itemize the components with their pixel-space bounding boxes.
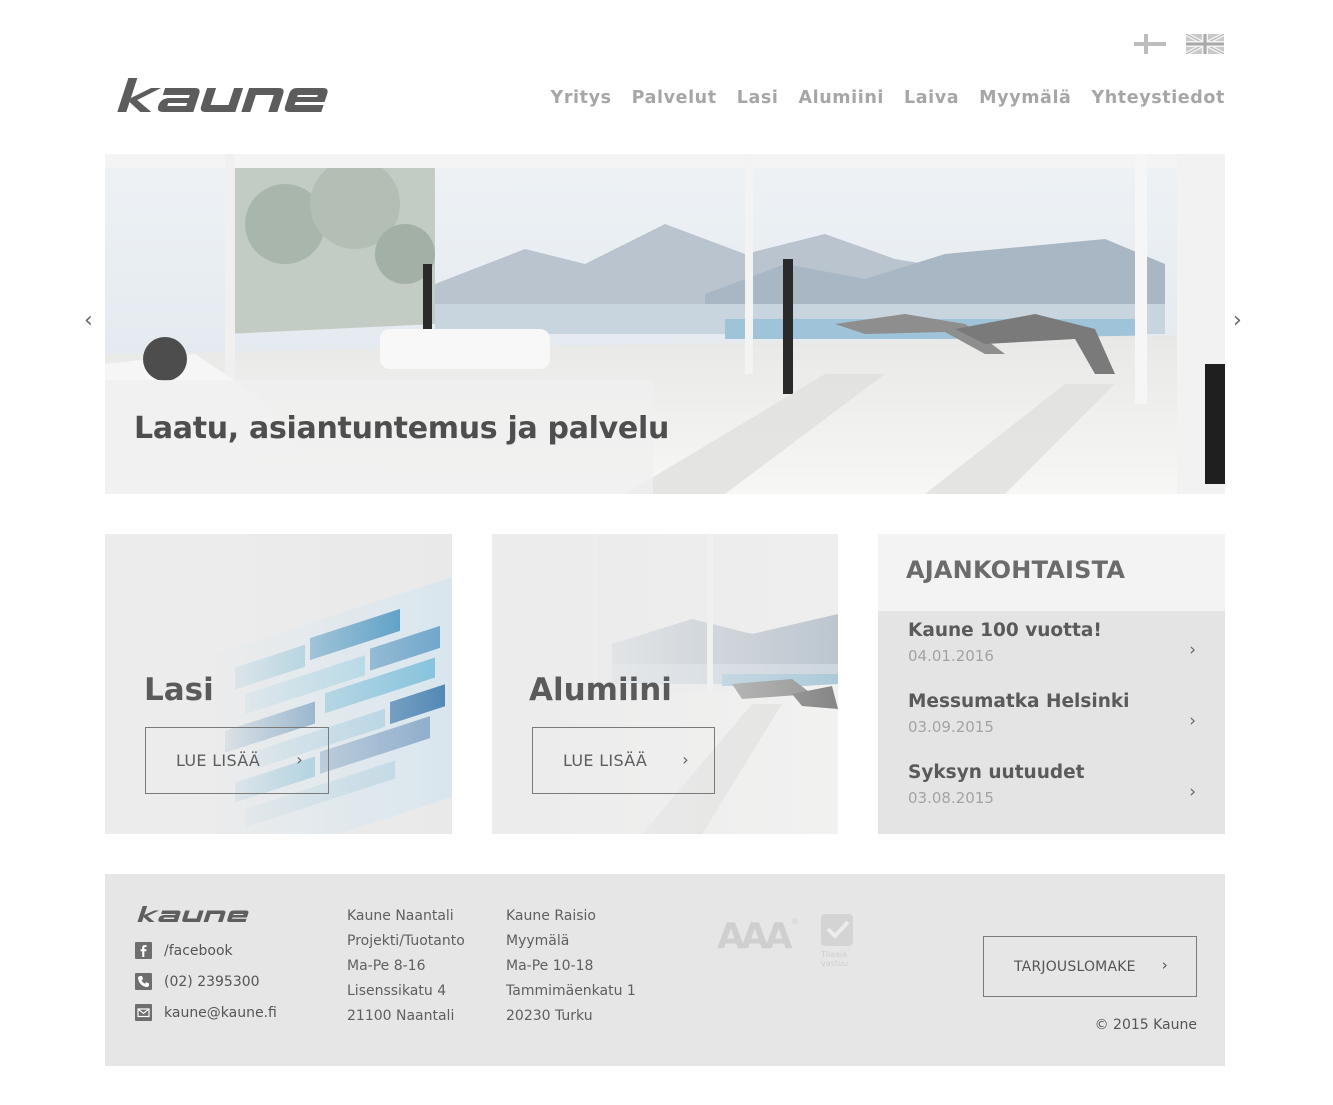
read-more-button[interactable]: LUE LISÄÄ › [532,727,715,794]
svg-text:®: ® [791,917,799,926]
address-line: Kaune Naantali [347,908,454,924]
language-switcher [1134,34,1224,54]
news-title: Messumatka Helsinki [908,691,1130,712]
nav-item-lasi[interactable]: Lasi [737,88,779,108]
slider-next-button[interactable]: › [1233,308,1242,333]
email-link[interactable]: kaune@kaune.fi [135,1004,277,1021]
address-line: Lisenssikatu 4 [347,983,447,999]
button-label: LUE LISÄÄ [563,751,648,770]
read-more-button[interactable]: LUE LISÄÄ › [145,727,329,794]
chevron-right-icon: › [1189,711,1196,731]
address-line: Ma-Pe 8-16 [347,958,426,974]
email-text: kaune@kaune.fi [164,1004,277,1021]
slider-prev-button[interactable]: ‹ [84,308,93,333]
news-heading: AJANKOHTAISTA [906,556,1126,584]
footer: /facebook (02) 2395300 kaune@kaune.fi Ka… [105,874,1225,1066]
hero-caption: Laatu, asiantuntemus ja palvelu [134,411,670,446]
phone-icon [135,973,152,990]
address-line: Ma-Pe 10-18 [506,958,594,974]
offer-form-button[interactable]: TARJOUSLOMAKE › [983,936,1197,997]
phone-text: (02) 2395300 [164,973,260,990]
phone-link[interactable]: (02) 2395300 [135,973,260,990]
address-line: Kaune Raisio [506,908,596,924]
email-icon [135,1004,152,1021]
news-panel: AJANKOHTAISTA Kaune 100 vuotta! 04.01.20… [878,534,1225,834]
uk-flag-icon[interactable] [1186,34,1224,54]
footer-logo[interactable] [135,905,295,923]
nav-item-yhteystiedot[interactable]: Yhteystiedot [1091,88,1225,108]
facebook-text: /facebook [164,942,233,959]
cert-caption-2: vastuu [821,959,848,968]
chevron-right-icon: › [1161,956,1168,974]
card-title: Lasi [144,672,214,708]
address-line: Tammimäenkatu 1 [506,983,636,999]
chevron-right-icon: › [1189,782,1196,802]
news-title: Syksyn uutuudet [908,762,1085,783]
copyright: © 2015 Kaune [1094,1017,1197,1033]
hero-slider: Laatu, asiantuntemus ja palvelu [105,154,1225,494]
news-date: 03.08.2015 [908,789,994,807]
nav-item-myymala[interactable]: Myymälä [979,88,1071,108]
chevron-right-icon: › [1189,640,1196,660]
certificate-logos: AAA ® Tilaaja vastuu [717,914,853,968]
address-line: Myymälä [506,933,570,949]
finland-flag-icon[interactable] [1134,34,1172,54]
check-certificate-icon [821,914,853,946]
news-item[interactable]: Syksyn uutuudet 03.08.2015 › [908,762,1208,822]
nav-item-palvelut[interactable]: Palvelut [632,88,717,108]
news-date: 04.01.2016 [908,647,994,665]
news-header: AJANKOHTAISTA [878,534,1225,611]
main-nav: Yritys Palvelut Lasi Alumiini Laiva Myym… [551,88,1225,108]
kaune-logo[interactable] [113,76,397,114]
cert-caption-1: Tilaaja [820,950,847,959]
address-naantali: Kaune Naantali Projekti/Tuotanto Ma-Pe 8… [347,904,465,1029]
facebook-icon [135,942,152,959]
address-line: 20230 Turku [506,1008,593,1024]
card-alumiini[interactable]: Alumiini LUE LISÄÄ › [492,534,838,834]
aaa-logo: AAA [717,916,793,957]
address-line: Projekti/Tuotanto [347,933,465,949]
address-line: 21100 Naantali [347,1008,455,1024]
facebook-link[interactable]: /facebook [135,942,233,959]
button-label: LUE LISÄÄ [176,751,261,770]
card-title: Alumiini [529,672,672,708]
chevron-right-icon: › [296,750,303,769]
nav-item-laiva[interactable]: Laiva [904,88,959,108]
nav-item-alumiini[interactable]: Alumiini [798,88,884,108]
chevron-right-icon: › [682,750,689,769]
offer-button-label: TARJOUSLOMAKE [1014,958,1136,975]
news-date: 03.09.2015 [908,718,994,736]
news-item[interactable]: Kaune 100 vuotta! 04.01.2016 › [908,620,1208,680]
address-raisio: Kaune Raisio Myymälä Ma-Pe 10-18 Tammimä… [506,904,636,1029]
hero-caption-panel: Laatu, asiantuntemus ja palvelu [105,380,669,494]
news-item[interactable]: Messumatka Helsinki 03.09.2015 › [908,691,1208,751]
nav-item-yritys[interactable]: Yritys [551,88,612,108]
news-title: Kaune 100 vuotta! [908,620,1102,641]
card-lasi[interactable]: Lasi LUE LISÄÄ › [105,534,452,834]
